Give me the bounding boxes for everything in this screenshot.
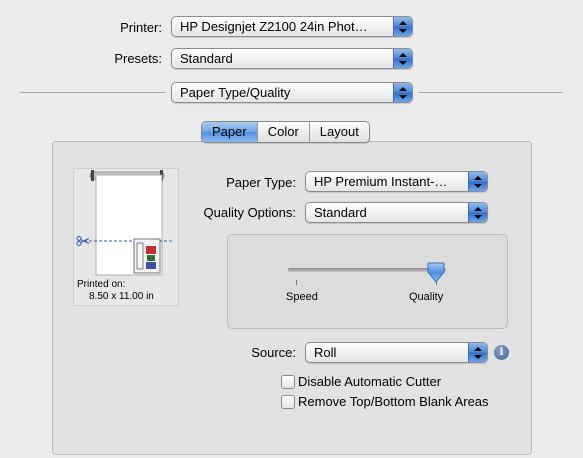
tab-color[interactable]: Color bbox=[258, 122, 310, 142]
slider-tick-speed bbox=[296, 280, 297, 285]
quality-slider-track[interactable] bbox=[288, 268, 446, 272]
source-value: Roll bbox=[314, 345, 337, 360]
printed-on-size: 8.50 x 11.00 in bbox=[89, 291, 154, 302]
roll-paper-preview bbox=[84, 170, 174, 276]
slider-min-label: Speed bbox=[286, 291, 318, 303]
panel-popup-value: Paper Type/Quality bbox=[180, 85, 291, 100]
printer-popup[interactable]: HP Designjet Z2100 24in Phot… bbox=[171, 16, 413, 37]
separator-left bbox=[20, 92, 166, 93]
printed-on-label: Printed on: bbox=[77, 279, 126, 290]
quality-options-popup[interactable]: Standard bbox=[305, 202, 488, 223]
separator-right bbox=[418, 92, 563, 93]
presets-label: Presets: bbox=[114, 51, 162, 66]
paper-type-label: Paper Type: bbox=[226, 175, 296, 190]
updown-arrows-icon bbox=[468, 172, 487, 191]
updown-arrows-icon bbox=[468, 343, 487, 362]
source-popup[interactable]: Roll bbox=[305, 342, 488, 363]
paper-type-popup[interactable]: HP Premium Instant-… bbox=[305, 171, 488, 192]
panel-popup[interactable]: Paper Type/Quality bbox=[171, 82, 413, 103]
source-label: Source: bbox=[251, 345, 296, 360]
tab-paper[interactable]: Paper bbox=[202, 122, 258, 142]
info-icon[interactable]: i bbox=[494, 345, 509, 360]
printer-label: Printer: bbox=[120, 20, 162, 35]
updown-arrows-icon bbox=[393, 83, 412, 102]
presets-value: Standard bbox=[180, 51, 233, 66]
disable-cutter-checkbox[interactable] bbox=[281, 375, 295, 389]
presets-popup[interactable]: Standard bbox=[171, 48, 413, 69]
tab-bar: Paper Color Layout bbox=[201, 121, 370, 143]
remove-blank-areas-label: Remove Top/Bottom Blank Areas bbox=[298, 394, 489, 409]
updown-arrows-icon bbox=[468, 203, 487, 222]
updown-arrows-icon bbox=[393, 49, 412, 68]
paper-type-value: HP Premium Instant-… bbox=[314, 174, 448, 189]
updown-arrows-icon bbox=[393, 17, 412, 36]
quality-slider-box: Speed Quality bbox=[227, 234, 508, 329]
tab-layout[interactable]: Layout bbox=[310, 122, 369, 142]
scissors-icon bbox=[76, 236, 90, 246]
quality-options-label: Quality Options: bbox=[203, 205, 297, 220]
remove-blank-areas-checkbox[interactable] bbox=[281, 395, 295, 409]
disable-cutter-label: Disable Automatic Cutter bbox=[298, 374, 442, 389]
quality-options-value: Standard bbox=[314, 205, 367, 220]
printer-value: HP Designjet Z2100 24in Phot… bbox=[180, 19, 368, 34]
slider-max-label: Quality bbox=[409, 291, 444, 303]
quality-slider-thumb[interactable] bbox=[426, 262, 446, 284]
